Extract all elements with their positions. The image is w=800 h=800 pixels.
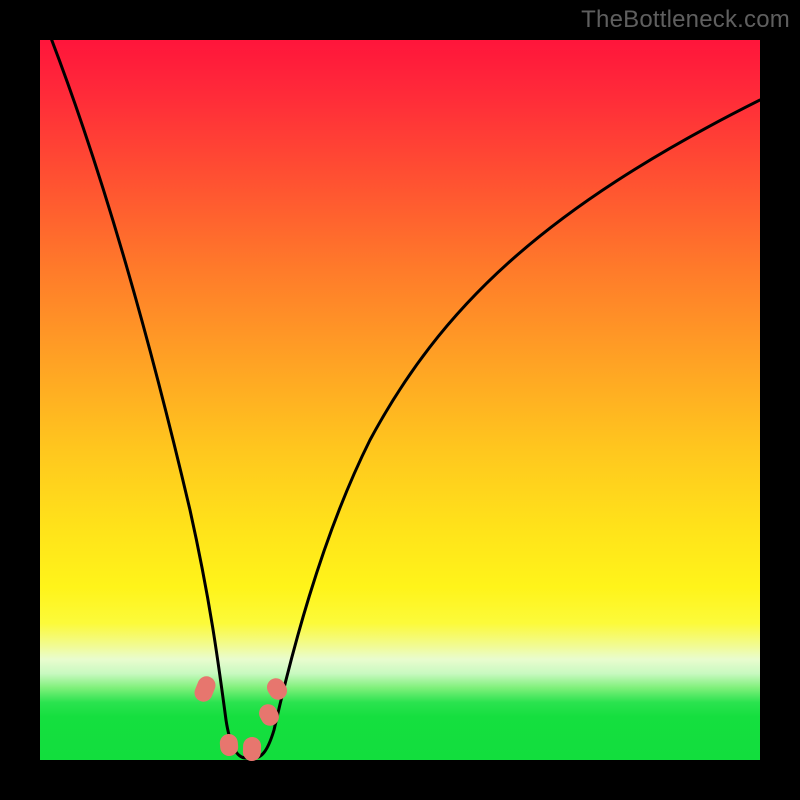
curve-svg	[40, 40, 760, 760]
plot-area	[40, 40, 760, 760]
bottleneck-curve	[40, 40, 760, 758]
marker-m3	[243, 737, 262, 762]
outer-frame: TheBottleneck.com	[0, 0, 800, 800]
watermark-text: TheBottleneck.com	[581, 6, 790, 34]
